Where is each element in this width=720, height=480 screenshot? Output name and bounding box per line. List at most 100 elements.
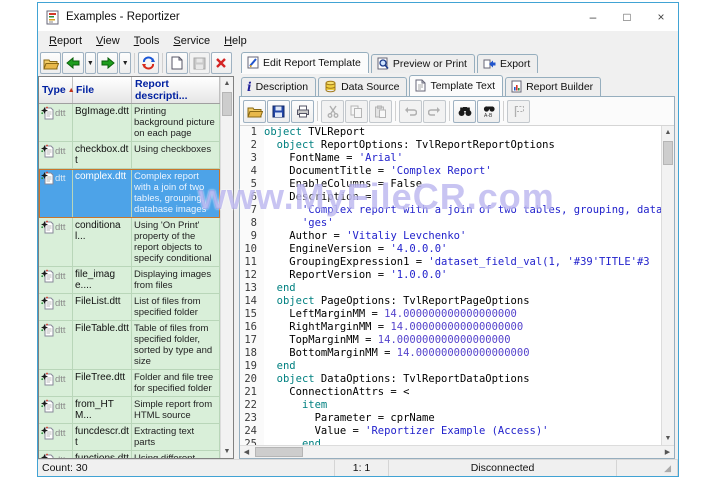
code-text: RightMarginMM = 14.000000000000000000 [264, 321, 524, 333]
scroll-up-icon[interactable]: ▲ [221, 77, 233, 90]
file-grid-row[interactable]: dtt from_HTM... Simple report from HTML … [39, 397, 220, 424]
file-grid-vertical-scrollbar[interactable]: ▲ ▼ [220, 77, 233, 458]
back-button[interactable] [62, 52, 84, 74]
toolbar-separator [162, 53, 164, 73]
save-report-button[interactable] [188, 52, 210, 74]
code-text: Description = [264, 191, 378, 203]
code-text: end [301, 438, 321, 445]
forward-history-button[interactable]: ▼ [119, 52, 132, 74]
menu-service[interactable]: Service [166, 33, 217, 49]
column-header-type[interactable]: Type ▲ [39, 77, 75, 103]
undo-button[interactable] [399, 99, 422, 123]
file-grid-row[interactable]: dtt FileTree.dtt Folder and file tree fo… [39, 370, 220, 397]
tab-edit-report-template[interactable]: Edit Report Template [241, 52, 369, 73]
redo-button[interactable] [423, 99, 446, 123]
file-name-cell: checkbox.dtt [73, 142, 132, 168]
code-line: 2 object ReportOptions: TvlReportReportO… [240, 139, 661, 152]
editor-save-button[interactable] [267, 99, 290, 123]
binoculars-icon [458, 105, 472, 117]
file-name-cell: file_image.... [73, 267, 132, 293]
scrollbar-thumb[interactable] [222, 92, 232, 116]
main-area: ▼ ▼ Type ▲ File Report descripti... dtt … [38, 50, 678, 459]
minimize-button[interactable]: – [576, 3, 610, 31]
menu-view[interactable]: View [89, 33, 127, 49]
primary-tabs: Edit Report Template Preview or Print Ex… [239, 50, 675, 73]
code-line: 10 EngineVersion = '4.0.0.0' [240, 243, 661, 256]
scrollbar-thumb[interactable] [663, 141, 673, 165]
menu-report[interactable]: Report [42, 33, 89, 49]
code-text: item [301, 399, 328, 411]
code-text: EnableColumns = False [264, 178, 423, 190]
file-grid-row[interactable]: dtt conditional... Using 'On Print' prop… [39, 218, 220, 267]
dtt-file-icon [41, 426, 54, 440]
file-type-label: dtt [55, 108, 66, 119]
file-name-cell: from_HTM... [73, 397, 132, 423]
find-button[interactable] [453, 99, 476, 123]
code-line: 20 object DataOptions: TvlReportDataOpti… [240, 373, 661, 386]
tab-description[interactable]: i Description [241, 77, 317, 96]
file-grid-row[interactable]: dtt FileList.dtt List of files from spec… [39, 294, 220, 321]
code-line: 5 EnableColumns = False [240, 178, 661, 191]
tab-template-text[interactable]: Template Text [409, 75, 504, 96]
code-area[interactable]: 1 object TVLReport 2 object ReportOption… [240, 126, 661, 445]
file-grid-row[interactable]: dtt file_image.... Displaying images fro… [39, 267, 220, 294]
column-header-file[interactable]: File [73, 77, 132, 103]
editor-vertical-scrollbar[interactable]: ▲ ▼ [661, 126, 674, 445]
code-text: TopMarginMM = 14.000000000000000000 [264, 334, 511, 346]
line-number: 5 [240, 178, 264, 191]
cut-button[interactable] [321, 99, 344, 123]
replace-button[interactable]: A-B [477, 99, 500, 123]
file-grid-row[interactable]: dtt complex.dtt Complex report with a jo… [39, 169, 220, 218]
tab-preview-or-print[interactable]: Preview or Print [370, 54, 475, 73]
tab-export[interactable]: Export [476, 54, 539, 73]
scrollbar-thumb[interactable] [255, 447, 303, 457]
file-description-cell: Printing background picture on each page [132, 104, 220, 141]
file-type-cell: dtt [39, 142, 73, 168]
column-header-description[interactable]: Report descripti... [132, 77, 220, 103]
forward-button[interactable] [97, 52, 119, 74]
editor-open-button[interactable] [243, 99, 266, 123]
back-history-button[interactable]: ▼ [84, 52, 97, 74]
scroll-left-icon[interactable]: ◀ [240, 446, 253, 458]
close-button[interactable]: × [644, 3, 678, 31]
report-builder-icon [511, 80, 522, 93]
menu-help[interactable]: Help [217, 33, 254, 49]
code-line: 11 GroupingExpression1 = 'dataset_field_… [240, 256, 661, 269]
file-grid-row[interactable]: dtt funcdescr.dtt Extracting text parts [39, 424, 220, 451]
new-report-button[interactable] [166, 52, 188, 74]
bookmark-flag-button[interactable] [507, 99, 530, 123]
dtt-file-icon [41, 453, 54, 458]
file-grid-row[interactable]: dtt checkbox.dtt Using checkboxes [39, 142, 220, 169]
file-type-cell: dtt [39, 370, 73, 396]
resize-grip-icon[interactable]: ◢ [664, 463, 673, 474]
scroll-down-icon[interactable]: ▼ [221, 445, 233, 458]
delete-report-button[interactable] [210, 52, 233, 74]
copy-button[interactable] [345, 99, 368, 123]
scroll-up-icon[interactable]: ▲ [662, 126, 674, 139]
scroll-right-icon[interactable]: ▶ [661, 446, 674, 458]
editor-horizontal-scrollbar[interactable]: ◀ ▶ [240, 445, 674, 458]
file-grid-row[interactable]: dtt BgImage.dtt Printing background pict… [39, 104, 220, 142]
editor-toolbar: A-B [240, 97, 674, 125]
editor-body: 1 object TVLReport 2 object ReportOption… [240, 125, 674, 445]
scroll-down-icon[interactable]: ▼ [662, 432, 674, 445]
file-grid-row[interactable]: dtt FileTable.dtt Table of files from sp… [39, 321, 220, 370]
paste-button[interactable] [369, 99, 392, 123]
menu-tools[interactable]: Tools [127, 33, 167, 49]
file-name-cell: conditional... [73, 218, 132, 266]
editor-print-button[interactable] [291, 99, 314, 123]
code-text: BottomMarginMM = 14.000000000000000000 [264, 347, 530, 359]
open-report-button[interactable] [40, 52, 62, 74]
tab-data-source[interactable]: Data Source [318, 77, 408, 96]
code-line: 13 end [240, 282, 661, 295]
floppy-disk-icon [193, 57, 206, 70]
file-name-cell: FileList.dtt [73, 294, 132, 320]
line-number: 3 [240, 152, 264, 165]
refresh-button[interactable] [138, 52, 160, 74]
file-grid-row[interactable]: dtt functions.dtt Using different functi… [39, 451, 220, 458]
tab-report-builder[interactable]: Report Builder [505, 77, 602, 96]
code-line: 9 Author = 'Vitaliy Levchenko' [240, 230, 661, 243]
maximize-button[interactable]: □ [610, 3, 644, 31]
code-line: 22 item [240, 399, 661, 412]
chevron-down-icon: ▼ [86, 59, 94, 67]
